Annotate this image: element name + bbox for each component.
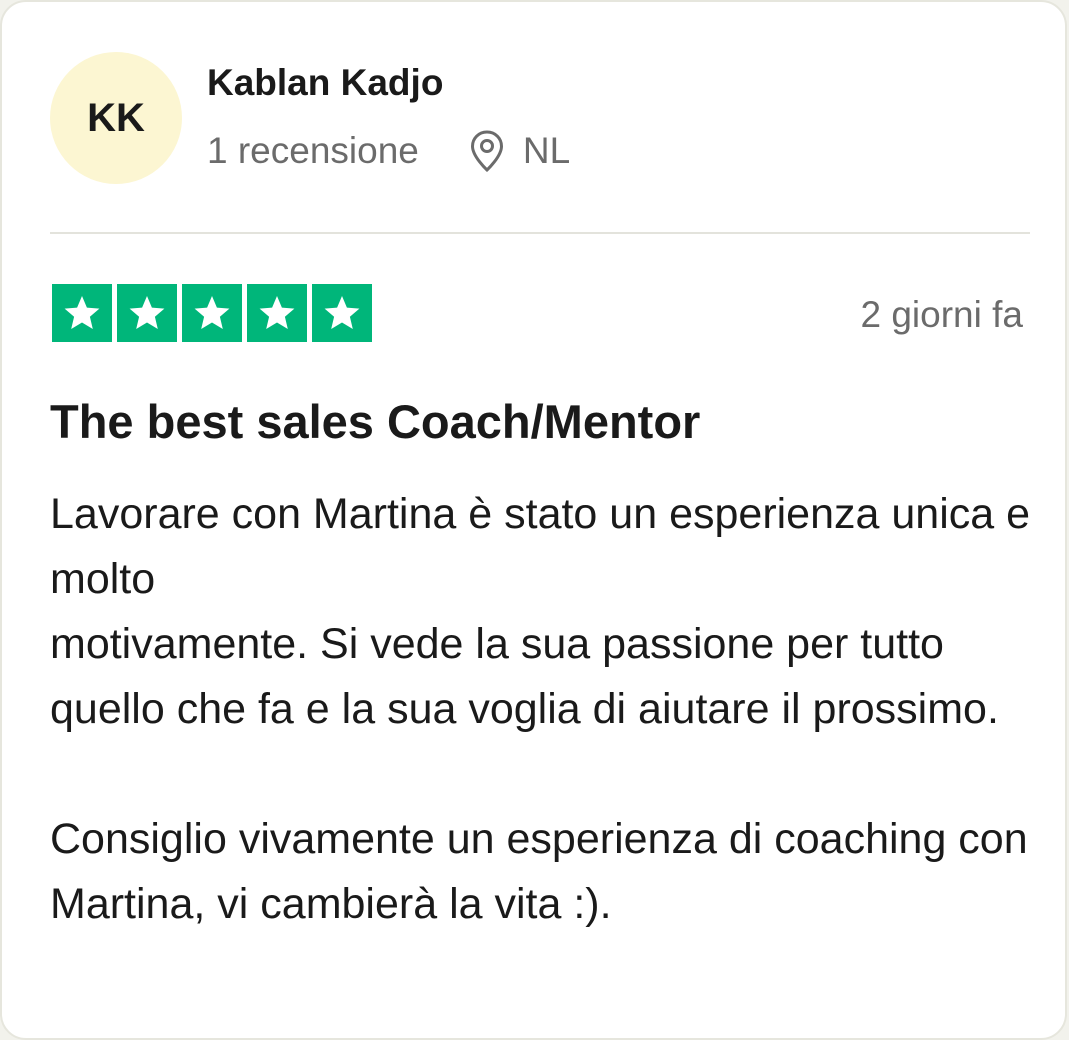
location-pin-icon	[469, 129, 505, 173]
star-icon	[52, 284, 112, 342]
review-paragraph: motivamente. Si vede la sua passione per…	[50, 620, 999, 733]
divider	[50, 232, 1030, 234]
star-rating	[52, 284, 372, 342]
star-icon	[312, 284, 372, 342]
review-date: 2 giorni fa	[860, 294, 1024, 335]
reviewer-meta: 1 recensione NL	[207, 128, 570, 174]
reviewer-name[interactable]: Kablan Kadjo	[207, 62, 443, 104]
avatar-initials: KK	[87, 95, 145, 140]
avatar[interactable]: KK	[50, 52, 182, 184]
star-icon	[247, 284, 307, 342]
star-icon	[117, 284, 177, 342]
review-paragraph: Consiglio vivamente un esperienza di coa…	[50, 815, 1028, 928]
star-icon	[182, 284, 242, 342]
review-title[interactable]: The best sales Coach/Mentor	[50, 394, 700, 449]
review-card: KK Kablan Kadjo 1 recensione NL 2 giorni…	[0, 0, 1067, 1040]
review-body: Lavorare con Martina è stato un esperien…	[50, 482, 1040, 937]
review-count: 1 recensione	[207, 130, 419, 171]
reviewer-country: NL	[522, 130, 571, 171]
review-paragraph: Lavorare con Martina è stato un esperien…	[50, 490, 1031, 603]
